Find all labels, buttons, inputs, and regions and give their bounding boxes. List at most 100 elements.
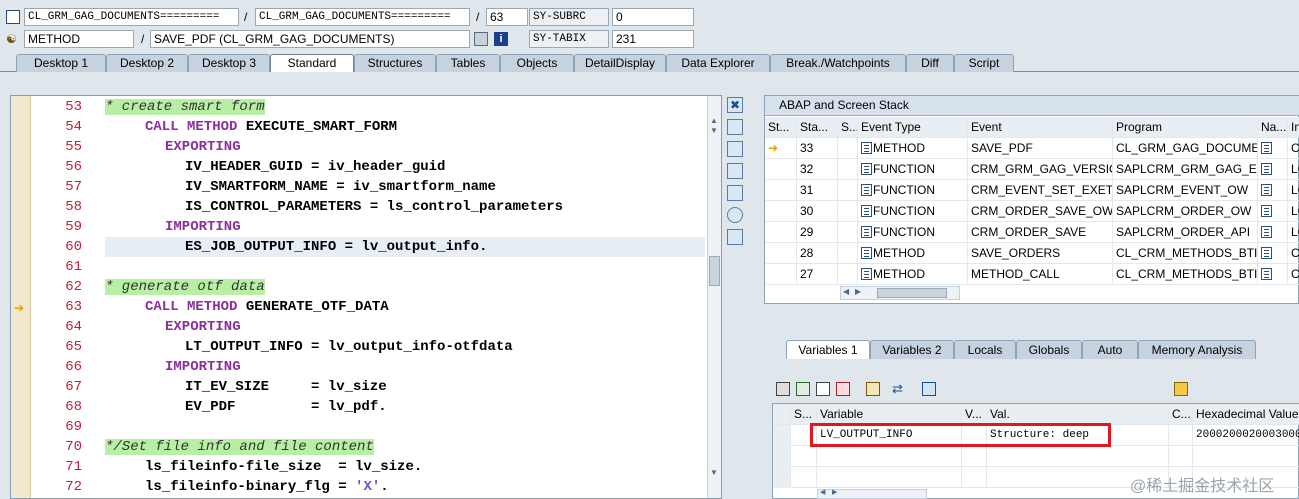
export-icon[interactable] [836, 382, 850, 396]
event-cell: METHOD_CALL [968, 264, 1113, 285]
table-icon[interactable] [816, 382, 830, 396]
delete-icon[interactable] [776, 382, 790, 396]
stack-row[interactable]: 27 METHOD METHOD_CALL CL_CRM_METHODS_BTI… [765, 264, 1299, 285]
tab-script[interactable]: Script [954, 54, 1014, 72]
object-icon[interactable] [922, 382, 936, 396]
services-icon[interactable] [727, 207, 743, 223]
program-cell: SAPLCRM_ORDER_OW [1113, 201, 1258, 222]
column-header[interactable]: Sta... [797, 117, 838, 138]
variable-row[interactable] [773, 446, 1299, 467]
tab-structures[interactable]: Structures [354, 54, 436, 72]
breakpoint-gutter[interactable]: ➔ [11, 96, 31, 498]
source-editor[interactable]: ➔ 53 54 55 56 57 58 59 60 61 62 63 64 65… [10, 95, 722, 499]
settings-icon[interactable] [727, 229, 743, 245]
slash-separator: / [244, 10, 248, 24]
navigate-icon[interactable] [1258, 264, 1288, 285]
display-icon[interactable] [474, 32, 488, 46]
scroll-thumb[interactable] [877, 288, 947, 298]
info-icon[interactable]: i [494, 32, 508, 46]
class-field[interactable]: CL_GRM_GAG_DOCUMENTS========= [24, 8, 239, 26]
line-number-field[interactable]: 63 [486, 8, 528, 26]
document-icon [861, 163, 872, 175]
scroll-down-icon[interactable]: ▼ [710, 468, 718, 477]
stack-row[interactable]: 29 FUNCTION CRM_ORDER_SAVE SAPLCRM_ORDER… [765, 222, 1299, 243]
stack-row[interactable]: 31 FUNCTION CRM_EVENT_SET_EXETI... SAPLC… [765, 180, 1299, 201]
variables-hscrollbar[interactable]: ◀ ▶ [817, 489, 927, 499]
scroll-up-icon[interactable]: ▲ [710, 116, 718, 125]
tab-variables-2[interactable]: Variables 2 [870, 340, 954, 359]
column-header[interactable]: In [1288, 117, 1299, 138]
column-header[interactable]: Na... [1258, 117, 1288, 138]
resize-icon[interactable] [727, 185, 743, 201]
code-area[interactable]: * create smart form CALL METHOD EXECUTE_… [89, 96, 709, 498]
column-header[interactable]: S... [838, 117, 858, 138]
line-number: 62 [65, 279, 82, 295]
navigate-icon[interactable] [1258, 159, 1288, 180]
tab-breakpoints[interactable]: Break./Watchpoints [770, 54, 906, 72]
column-header[interactable]: St... [765, 117, 797, 138]
column-header[interactable]: V... [962, 404, 987, 425]
tab-diff[interactable]: Diff [906, 54, 954, 72]
slash-separator: / [141, 32, 145, 46]
stack-row[interactable]: 28 METHOD SAVE_ORDERS CL_CRM_METHODS_BTI… [765, 243, 1299, 264]
stack-row[interactable]: 30 FUNCTION CRM_ORDER_SAVE_OW SAPLCRM_OR… [765, 201, 1299, 222]
editor-scrollbar[interactable]: ▲ ▼ ▼ [707, 96, 721, 498]
column-header[interactable]: C... [1169, 404, 1193, 425]
tab-variables-1[interactable]: Variables 1 [786, 340, 870, 359]
navigate-icon[interactable] [1258, 201, 1288, 222]
detail-icon[interactable] [796, 382, 810, 396]
save-icon[interactable] [1174, 382, 1188, 396]
new-tool-icon[interactable] [727, 119, 743, 135]
navigate-icon[interactable] [1258, 222, 1288, 243]
swap-tool-icon[interactable] [727, 141, 743, 157]
column-header[interactable]: S... [791, 404, 817, 425]
code-line-55: EXPORTING [165, 139, 241, 155]
stack-hscrollbar[interactable]: ◀ ▶ [840, 286, 960, 300]
code-line-64: EXPORTING [165, 319, 241, 335]
tab-globals[interactable]: Globals [1016, 340, 1082, 359]
variables-toolbar: ⇄ [770, 380, 1290, 398]
column-header[interactable]: Variable [817, 404, 962, 425]
stack-row[interactable]: 32 FUNCTION CRM_GRM_GAG_VERSIO... SAPLCR… [765, 159, 1299, 180]
tab-tables[interactable]: Tables [436, 54, 500, 72]
scroll-thumb[interactable] [709, 256, 720, 286]
sysvar-name-field: SY-SUBRC [529, 8, 609, 26]
document-icon [861, 268, 872, 280]
tab-data-explorer[interactable]: Data Explorer [666, 54, 770, 72]
column-header[interactable]: Program [1113, 117, 1258, 138]
include-field[interactable]: CL_GRM_GAG_DOCUMENTS========= [255, 8, 470, 26]
navigate-icon[interactable] [1258, 180, 1288, 201]
stack-row[interactable]: ➔ 33 METHOD SAVE_PDF CL_GRM_GAG_DOCUMEN.… [765, 138, 1299, 159]
scroll-right-icon[interactable]: ▶ [832, 488, 837, 496]
maximize-icon[interactable] [727, 163, 743, 179]
tab-desktop-3[interactable]: Desktop 3 [188, 54, 270, 72]
include-cell: CL [1288, 243, 1299, 264]
method-field[interactable]: SAVE_PDF (CL_GRM_GAG_DOCUMENTS) [150, 30, 470, 48]
close-icon[interactable]: ✖ [727, 97, 743, 113]
scroll-left-icon[interactable]: ◀ [843, 287, 849, 296]
scroll-left-icon[interactable]: ◀ [820, 488, 825, 496]
scroll-right-icon[interactable]: ▶ [855, 287, 861, 296]
event-type-field[interactable]: METHOD [24, 30, 134, 48]
program-cell: CL_GRM_GAG_DOCUMEN... [1113, 138, 1258, 159]
tab-desktop-1[interactable]: Desktop 1 [16, 54, 106, 72]
column-header[interactable]: Val. [987, 404, 1169, 425]
scroll-down-icon[interactable]: ▼ [710, 126, 718, 135]
navigate-icon[interactable] [1258, 243, 1288, 264]
stack-level: 32 [797, 159, 838, 180]
tab-memory-analysis[interactable]: Memory Analysis [1138, 340, 1256, 359]
tab-locals[interactable]: Locals [954, 340, 1016, 359]
hex-value-cell: 2000200020003000 [1193, 425, 1299, 446]
navigate-icon[interactable] [1258, 138, 1288, 159]
column-header[interactable]: Event [968, 117, 1113, 138]
navigate-icon[interactable]: ⇄ [892, 382, 906, 396]
column-header[interactable]: Event Type [858, 117, 968, 138]
tab-detaildisplay[interactable]: DetailDisplay [574, 54, 666, 72]
tree-icon[interactable] [866, 382, 880, 396]
tab-objects[interactable]: Objects [500, 54, 574, 72]
tab-desktop-2[interactable]: Desktop 2 [106, 54, 188, 72]
column-header[interactable]: Hexadecimal Value [1193, 404, 1299, 425]
tab-auto[interactable]: Auto [1082, 340, 1138, 359]
tab-standard[interactable]: Standard [270, 54, 354, 72]
row-selector[interactable] [773, 425, 791, 446]
